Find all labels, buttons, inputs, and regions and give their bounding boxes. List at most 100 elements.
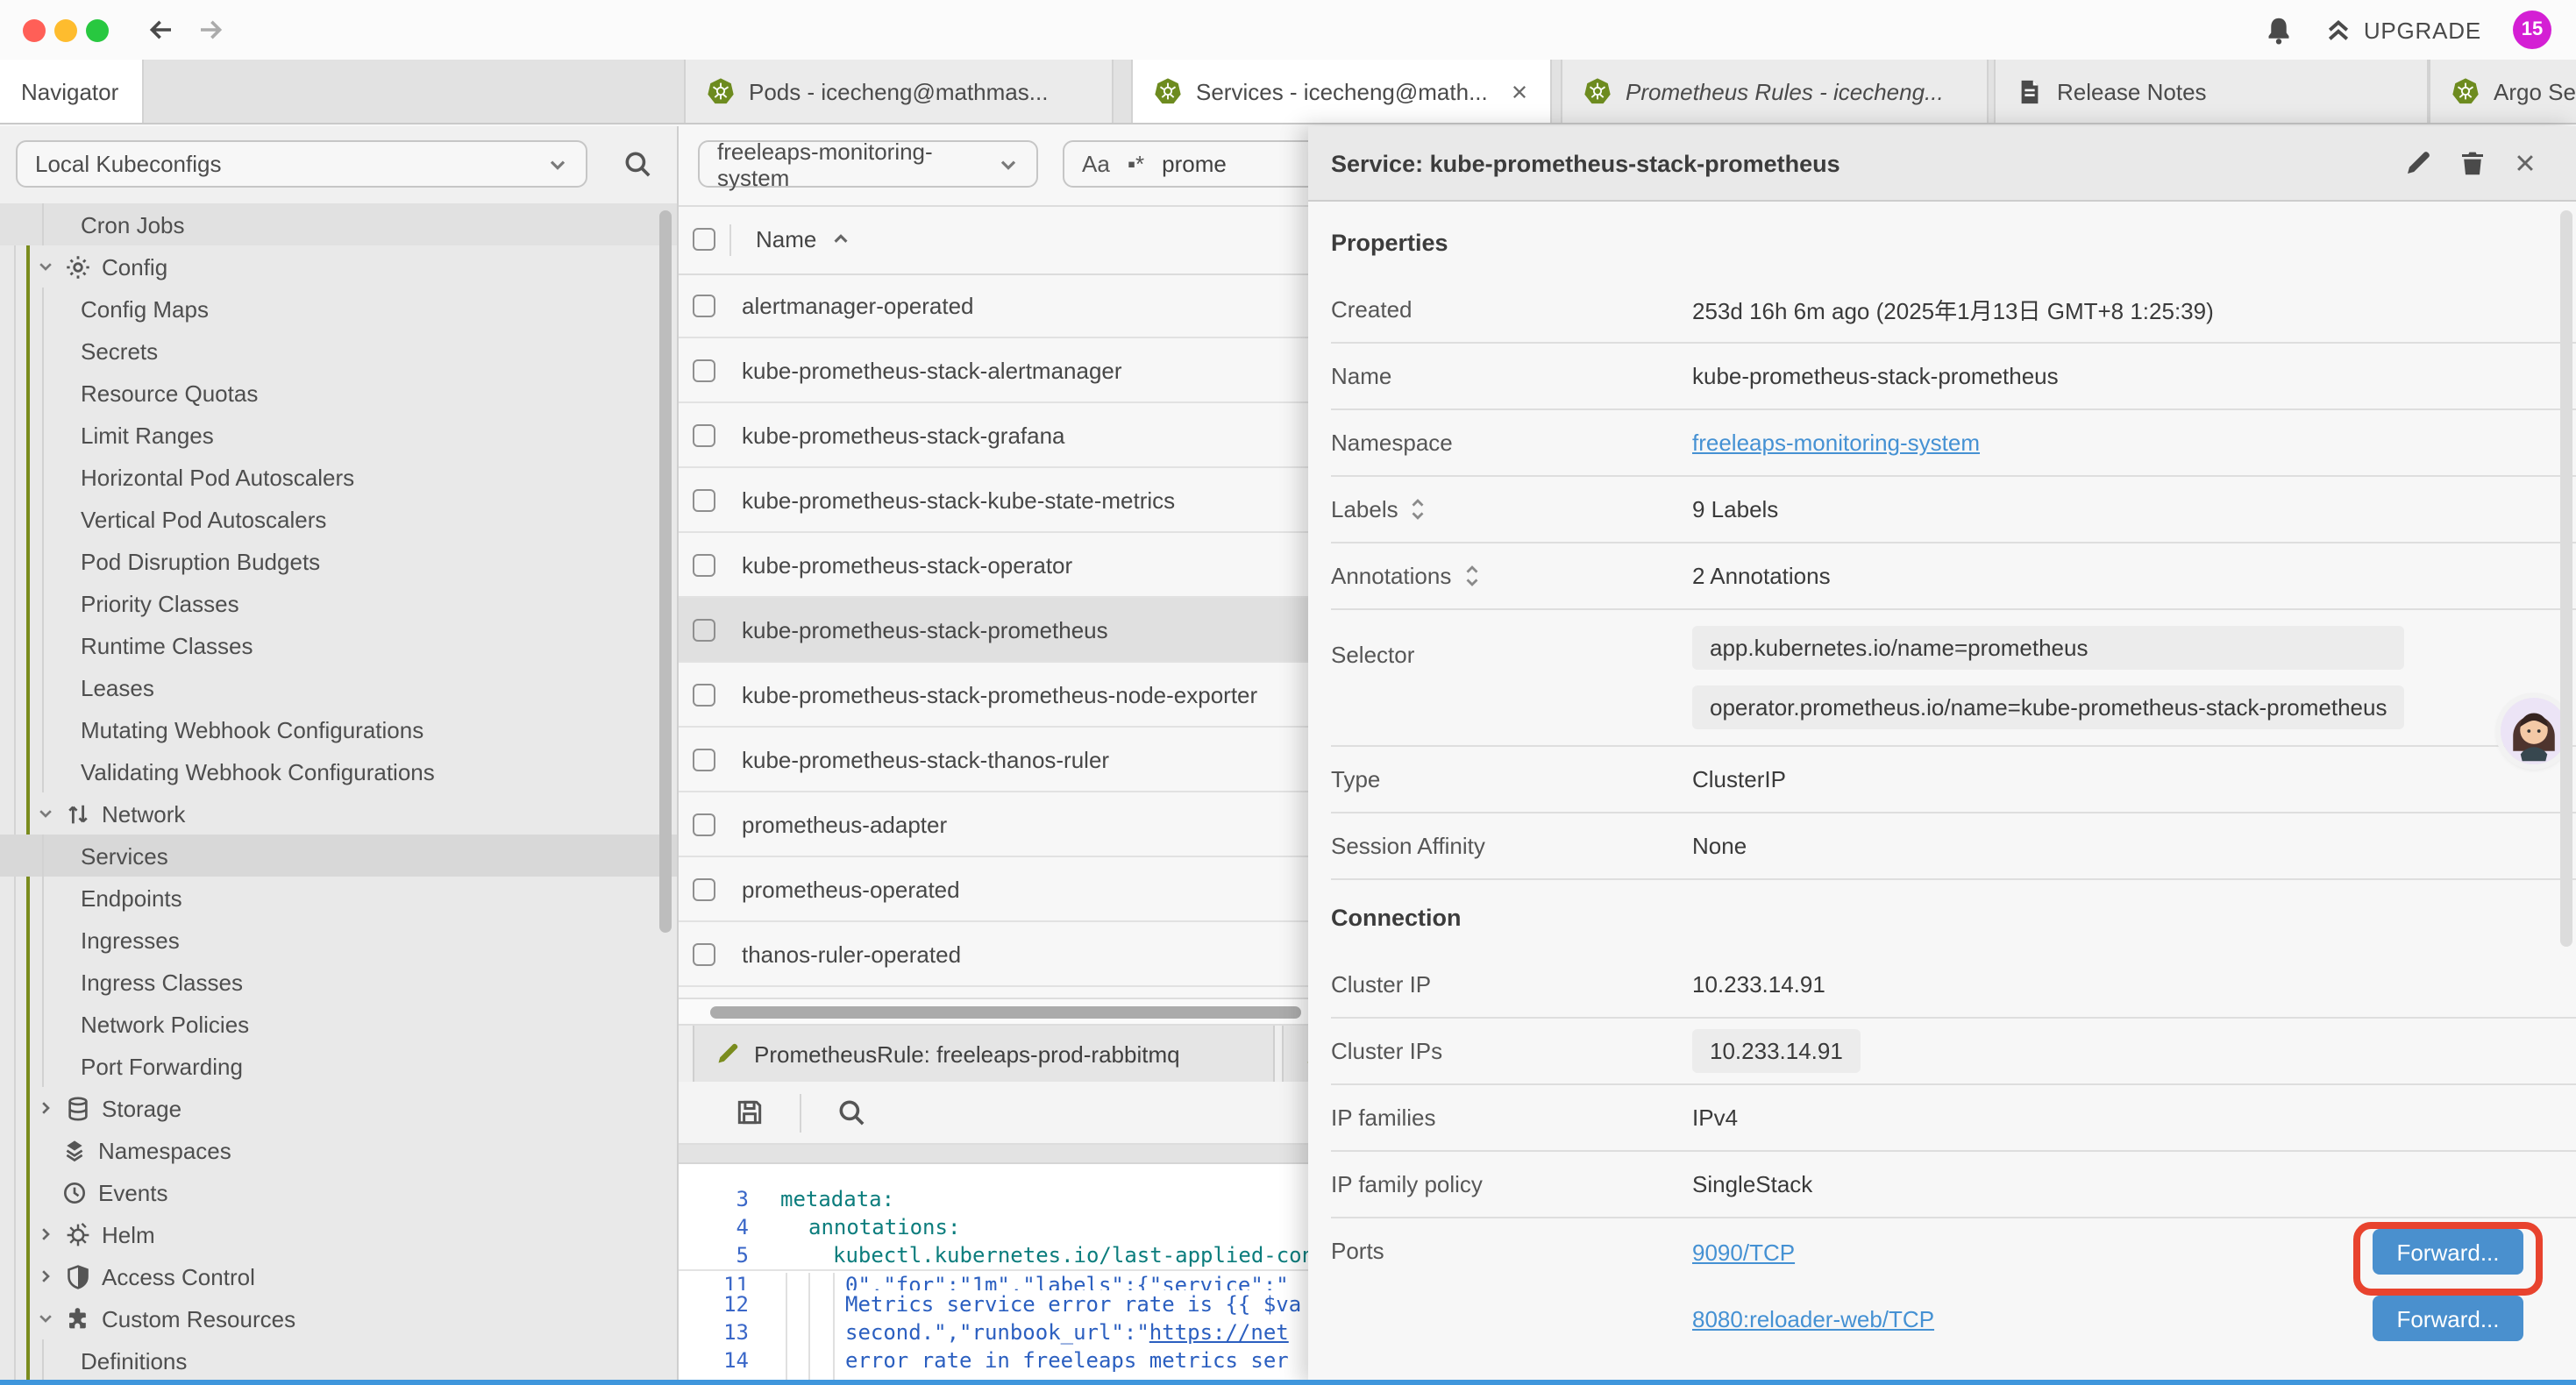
avatar[interactable] <box>2501 698 2567 764</box>
table-row[interactable]: kube-prometheus-stack-kube-state-metrics <box>679 468 1308 533</box>
sidebar-item[interactable]: Port Forwarding <box>0 1045 677 1087</box>
match-case-toggle[interactable]: Aa <box>1082 151 1110 177</box>
row-checkbox[interactable] <box>693 488 715 511</box>
editor-line[interactable]: 110","for":"1m","labels":{"service":" <box>679 1269 1308 1290</box>
table-row[interactable]: prometheus-adapter <box>679 792 1308 857</box>
chevron-down-icon[interactable] <box>37 805 54 822</box>
table-row[interactable]: prometheus-operated <box>679 857 1308 922</box>
sidebar-item[interactable]: Leases <box>0 666 677 708</box>
tab-pods[interactable]: Pods - icecheng@mathmas... <box>684 60 1114 123</box>
close-tab-icon[interactable] <box>1510 82 1529 101</box>
row-checkbox[interactable] <box>693 877 715 900</box>
sidebar-item[interactable]: Vertical Pod Autoscalers <box>0 498 677 540</box>
sidebar-item[interactable]: Config <box>0 245 677 288</box>
edit-icon[interactable] <box>2404 149 2432 177</box>
delete-icon[interactable] <box>2459 149 2487 177</box>
row-checkbox[interactable] <box>693 683 715 706</box>
editor-line[interactable]: 5kubectl.kubernetes.io/last-applied-conf… <box>679 1241 1308 1269</box>
back-icon[interactable] <box>147 16 175 44</box>
table-row[interactable]: kube-prometheus-stack-alertmanager <box>679 338 1308 403</box>
sort-updown-icon[interactable] <box>1462 565 1481 587</box>
sidebar-scrollbar[interactable] <box>659 210 672 933</box>
table-row[interactable]: kube-prometheus-stack-thanos-ruler <box>679 728 1308 792</box>
horizontal-scrollbar[interactable] <box>679 998 1308 1026</box>
chevron-down-icon[interactable] <box>37 258 54 275</box>
tab-argo[interactable]: Argo Se <box>2429 60 2576 123</box>
sidebar-item[interactable]: Endpoints <box>0 877 677 919</box>
editor-line[interactable]: 14error rate in freeleaps metrics ser <box>679 1346 1308 1374</box>
row-checkbox[interactable] <box>693 813 715 835</box>
sort-ascending-icon[interactable] <box>830 230 850 249</box>
table-row[interactable]: kube-prometheus-stack-grafana <box>679 403 1308 468</box>
sidebar-item[interactable]: Definitions <box>0 1339 677 1381</box>
table-row[interactable]: alertmanager-operated <box>679 273 1308 338</box>
bell-icon[interactable] <box>2264 15 2294 45</box>
row-checkbox[interactable] <box>693 294 715 316</box>
editor-line[interactable]: 3metadata: <box>679 1185 1308 1213</box>
kubeconfig-select[interactable]: Local Kubeconfigs <box>16 140 587 188</box>
maximize-window-button[interactable] <box>86 19 109 42</box>
row-checkbox[interactable] <box>693 942 715 965</box>
regex-toggle[interactable]: ▪* <box>1128 151 1144 177</box>
row-checkbox[interactable] <box>693 359 715 381</box>
editor-line[interactable]: 13second.","runbook_url":"https://net <box>679 1318 1308 1346</box>
annotations-count[interactable]: 2 Annotations <box>1692 563 1831 589</box>
select-all-checkbox[interactable] <box>693 228 715 251</box>
editor-line[interactable]: 12Metrics service error rate is {{ $va <box>679 1290 1308 1318</box>
table-row[interactable]: kube-prometheus-stack-operator <box>679 533 1308 598</box>
sidebar-item[interactable]: Access Control <box>0 1255 677 1297</box>
sidebar-item[interactable]: Config Maps <box>0 288 677 330</box>
table-row[interactable]: thanos-ruler-operated <box>679 922 1308 987</box>
port-link[interactable]: 8080:reloader-web/TCP <box>1692 1305 1934 1332</box>
search-icon[interactable] <box>623 149 652 179</box>
minimize-window-button[interactable] <box>54 19 77 42</box>
list-search-box[interactable]: Aa ▪* <box>1063 140 1308 188</box>
chevron-down-icon[interactable] <box>37 1310 54 1327</box>
chevron-right-icon[interactable] <box>37 1225 54 1243</box>
row-checkbox[interactable] <box>693 618 715 641</box>
sidebar-item[interactable]: Cron Jobs <box>0 203 677 245</box>
sidebar-item[interactable]: Validating Webhook Configurations <box>0 750 677 792</box>
sidebar-item[interactable]: Limit Ranges <box>0 414 677 456</box>
sidebar-item[interactable]: Resource Quotas <box>0 372 677 414</box>
yaml-editor[interactable]: 3metadata:4annotations:5kubectl.kubernet… <box>679 1164 1308 1380</box>
sidebar-item[interactable]: Network <box>0 792 677 835</box>
row-checkbox[interactable] <box>693 423 715 446</box>
tab-services[interactable]: Services - icecheng@math... <box>1131 60 1552 123</box>
sidebar-item[interactable]: Helm <box>0 1213 677 1255</box>
table-row[interactable]: kube-prometheus-stack-prometheus-node-ex… <box>679 663 1308 728</box>
sidebar-item[interactable]: Runtime Classes <box>0 624 677 666</box>
search-input[interactable] <box>1162 151 1284 177</box>
editor-search-icon[interactable] <box>836 1097 866 1127</box>
chevron-right-icon[interactable] <box>37 1099 54 1117</box>
sidebar-item[interactable]: Mutating Webhook Configurations <box>0 708 677 750</box>
sidebar-item[interactable]: Network Policies <box>0 1003 677 1045</box>
close-window-button[interactable] <box>23 19 46 42</box>
sidebar-item[interactable]: Secrets <box>0 330 677 372</box>
sidebar-item[interactable]: Ingress Classes <box>0 961 677 1003</box>
forward-button[interactable]: Forward... <box>2373 1296 2523 1341</box>
notifications-count-badge[interactable]: 15 <box>2513 11 2551 49</box>
editor-line[interactable]: 4annotations: <box>679 1213 1308 1241</box>
row-checkbox[interactable] <box>693 748 715 771</box>
sidebar-item[interactable]: Pod Disruption Budgets <box>0 540 677 582</box>
dock-tab-prometheusrule[interactable]: PrometheusRule: freeleaps-prod-rabbitmq <box>693 1026 1275 1082</box>
labels-count[interactable]: 9 Labels <box>1692 496 1778 522</box>
namespace-link[interactable]: freeleaps-monitoring-system <box>1692 430 1980 456</box>
tab-navigator[interactable]: Navigator <box>0 60 144 123</box>
dock-tab-next[interactable] <box>1282 1026 1308 1082</box>
horizontal-scrollbar-thumb[interactable] <box>710 1006 1301 1019</box>
sidebar-item[interactable]: Horizontal Pod Autoscalers <box>0 456 677 498</box>
sidebar-item[interactable]: Custom Resources <box>0 1297 677 1339</box>
port-link[interactable]: 9090/TCP <box>1692 1239 1795 1265</box>
save-icon[interactable] <box>735 1097 765 1127</box>
table-row[interactable]: kube-prometheus-stack-prometheus <box>679 598 1308 663</box>
tab-prometheus-rules[interactable]: Prometheus Rules - icecheng... <box>1561 60 1989 123</box>
drawer-scrollbar[interactable] <box>2560 210 2572 947</box>
name-column-header[interactable]: Name <box>756 226 816 252</box>
sidebar-item[interactable]: Services <box>0 835 677 877</box>
sort-updown-icon[interactable] <box>1409 498 1428 521</box>
tab-release-notes[interactable]: Release Notes <box>1994 60 2429 123</box>
close-drawer-icon[interactable] <box>2513 151 2537 175</box>
chevron-right-icon[interactable] <box>37 1268 54 1285</box>
